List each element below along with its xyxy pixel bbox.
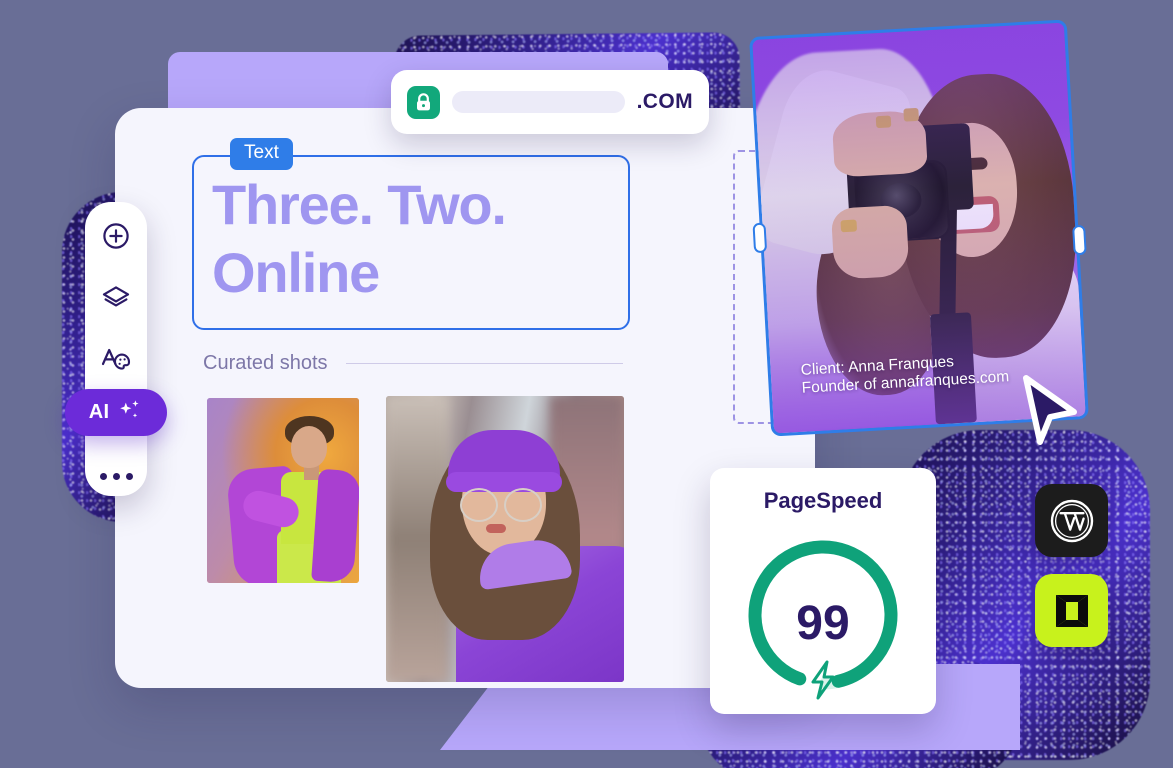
sparkles-icon xyxy=(116,397,143,429)
layers-icon[interactable] xyxy=(96,278,136,318)
pagespeed-card: PageSpeed 99 xyxy=(710,468,936,714)
text-widget[interactable]: Text Three. Two. Online xyxy=(192,138,630,330)
wordpress-badge[interactable] xyxy=(1035,484,1108,557)
lock-icon xyxy=(407,85,440,119)
pointer-cursor xyxy=(1018,372,1080,450)
curated-shots-header: Curated shots xyxy=(203,352,623,375)
ai-button-label: AI xyxy=(88,401,110,423)
pagespeed-title: PageSpeed xyxy=(763,488,883,513)
canvas-stage: Text Three. Two. Online Curated shots .C… xyxy=(0,0,1173,768)
resize-handle-left[interactable] xyxy=(752,222,768,254)
section-title: Curated shots xyxy=(203,352,328,374)
more-horizontal-icon[interactable] xyxy=(96,456,136,496)
resize-handle-right[interactable] xyxy=(1072,224,1087,256)
list-item[interactable] xyxy=(386,396,624,682)
plus-circle-icon[interactable] xyxy=(96,216,136,256)
elementor-badge[interactable] xyxy=(1035,574,1108,647)
headline-line-2: Online xyxy=(212,241,380,305)
pagespeed-score: 99 xyxy=(796,597,850,650)
url-tld-label: .COM xyxy=(636,90,693,113)
headline-text: Three. Two. Online xyxy=(212,171,618,308)
lightning-bolt-icon xyxy=(803,658,843,707)
text-widget-tag: Text xyxy=(230,138,293,170)
left-toolbar xyxy=(85,202,147,496)
headline-line-1: Three. Two. xyxy=(212,173,507,236)
search-input[interactable] xyxy=(452,91,625,113)
section-divider xyxy=(345,363,623,364)
text-style-palette-icon[interactable] xyxy=(96,340,136,380)
ai-button[interactable]: AI xyxy=(65,389,167,436)
browser-url-bar[interactable]: .COM xyxy=(391,70,709,134)
list-item[interactable] xyxy=(207,398,359,583)
